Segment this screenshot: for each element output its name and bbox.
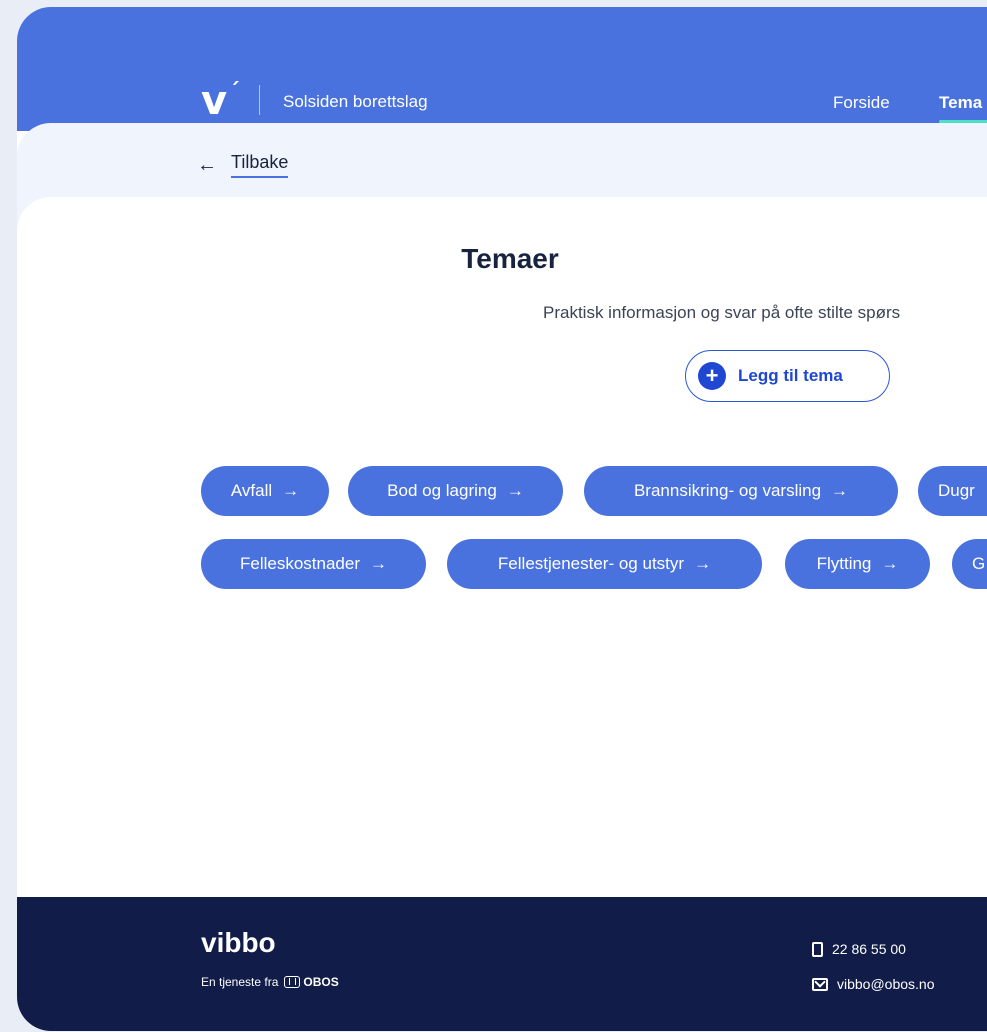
topic-chip-g[interactable]: G <box>952 539 987 589</box>
phone-icon <box>812 941 823 957</box>
obos-icon <box>284 976 301 988</box>
mail-icon <box>812 977 828 991</box>
topic-label: Avfall <box>230 481 273 500</box>
topic-chip-felleskostnader[interactable]: Felleskostnader → <box>201 539 426 589</box>
topic-label: Felleskostnader <box>239 554 360 573</box>
page-subtitle: Praktisk informasjon og svar på ofte sti… <box>543 303 901 322</box>
main-content: Temaer Praktisk informasjon og svar på o… <box>17 197 987 897</box>
arrow-right-icon: → <box>282 481 300 500</box>
back-label: Tilbake <box>231 152 289 178</box>
nav-link-forside[interactable]: Forside <box>833 93 890 113</box>
email-address: vibbo@obos.no <box>837 976 935 992</box>
arrow-right-icon: → <box>506 481 524 500</box>
topic-chip-avfall[interactable]: Avfall → <box>201 466 329 516</box>
top-navigation-bar: v ´ Solsiden borettslag Forside Tema <box>17 7 987 131</box>
arrow-right-icon: → <box>370 554 387 573</box>
topic-chip-brannsikring-og-varsling[interactable]: Brannsikring- og varsling → <box>584 466 898 516</box>
obos-text: OBOS <box>303 975 339 989</box>
arrow-right-icon: → <box>694 554 712 573</box>
add-topic-label: Legg til tema <box>738 366 843 385</box>
footer-email[interactable]: vibbo@obos.no <box>812 976 935 992</box>
logo-tick: ´ <box>229 80 240 105</box>
organization-name: Solsiden borettslag <box>283 92 428 111</box>
nav-link-tema[interactable]: Tema <box>939 93 982 113</box>
topic-label: Flytting <box>816 554 872 573</box>
add-topic-button[interactable]: + Legg til tema <box>685 350 890 402</box>
arrow-right-icon: → <box>881 554 899 573</box>
header-divider <box>259 85 260 115</box>
page-title: Temaer <box>461 243 559 274</box>
vibbo-logo-icon[interactable]: v ´ <box>201 78 240 124</box>
footer-tagline: En tjeneste fra OBOS <box>201 975 339 989</box>
phone-number: 22 86 55 00 <box>832 941 906 957</box>
topic-chip-fellestjenester-og-utstyr[interactable]: Fellestjenester- og utstyr → <box>447 539 762 589</box>
topic-label: Dugr <box>938 481 975 500</box>
topic-chip-flytting[interactable]: Flytting → <box>785 539 930 589</box>
back-link[interactable]: ← Tilbake <box>197 152 289 178</box>
footer: vibbo En tjeneste fra OBOS 22 86 55 00 v… <box>17 897 987 1031</box>
tagline-text: En tjeneste fra <box>201 975 279 989</box>
topic-label: Bod og lagring <box>387 481 497 500</box>
topic-chip-dugnad[interactable]: Dugr <box>918 466 987 516</box>
topic-label: Brannsikring- og varsling <box>633 481 822 500</box>
plus-icon: + <box>698 362 726 390</box>
obos-logo[interactable]: OBOS <box>284 975 339 989</box>
app-window: v ´ Solsiden borettslag Forside Tema ← T… <box>17 7 987 1031</box>
arrow-right-icon: → <box>831 481 849 500</box>
topic-label: Fellestjenester- og utstyr <box>497 554 685 573</box>
arrow-left-icon: ← <box>197 154 217 176</box>
topic-chip-bod-og-lagring[interactable]: Bod og lagring → <box>348 466 563 516</box>
footer-phone[interactable]: 22 86 55 00 <box>812 941 906 957</box>
topic-label: G <box>972 554 986 573</box>
logo-letter: v <box>201 78 228 124</box>
footer-brand[interactable]: vibbo <box>201 927 276 959</box>
